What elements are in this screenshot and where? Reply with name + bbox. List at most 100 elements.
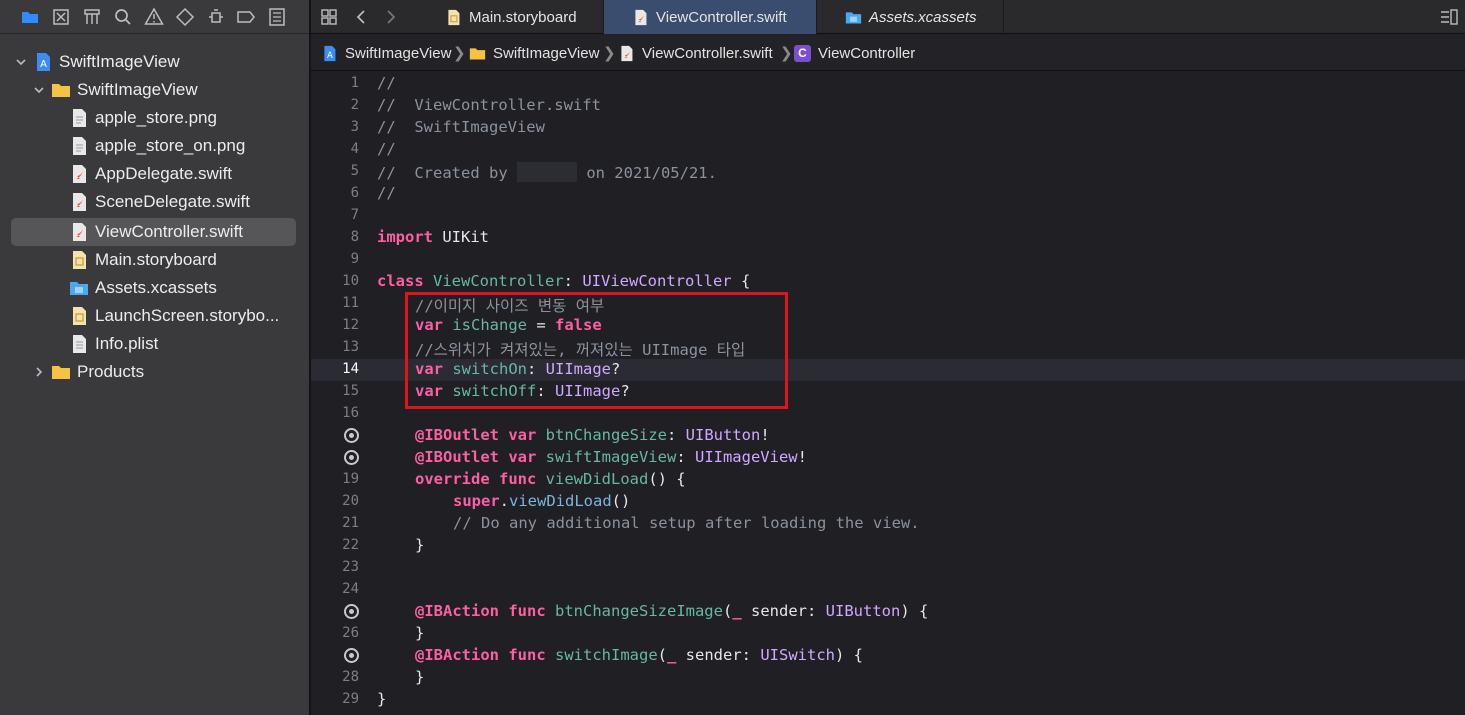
breadcrumb-label: ViewController <box>818 44 916 62</box>
line-number: 9 <box>350 251 359 267</box>
line-number: 22 <box>342 537 359 553</box>
outlet-connection-icon[interactable] <box>344 428 359 443</box>
folder-icon <box>52 84 70 97</box>
line-number: 16 <box>342 405 359 421</box>
chevron-right-icon[interactable] <box>32 365 46 379</box>
code-line: 8 import UIKit <box>311 227 1465 249</box>
grid-icon[interactable] <box>317 5 341 29</box>
code-line: 4 // <box>311 139 1465 161</box>
warning-icon[interactable] <box>142 5 166 29</box>
breadcrumb-item-project[interactable]: A SwiftImageView <box>321 43 451 63</box>
tree-item-file[interactable]: apple_store.png <box>0 104 309 132</box>
tree-item-label: SceneDelegate.swift <box>95 192 250 211</box>
tab-viewcontroller-swift[interactable]: ViewController.swift <box>604 0 817 34</box>
tree-item-label: SwiftImageView <box>77 80 198 99</box>
search-icon[interactable] <box>111 5 135 29</box>
code-class-decl: class ViewController: UIViewController { <box>377 272 751 290</box>
tree-item-file[interactable]: Info.plist <box>0 330 309 358</box>
code-line: 26 } <box>311 623 1465 645</box>
code-line: 21 // Do any additional setup after load… <box>311 513 1465 535</box>
tab-label: Assets.xcassets <box>869 8 977 26</box>
breadcrumb-item-group[interactable]: SwiftImageView <box>469 43 599 63</box>
code-line: 10 class ViewController: UIViewControlle… <box>311 271 1465 293</box>
storyboard-icon <box>73 251 86 269</box>
tree-item-project[interactable]: A SwiftImageView <box>0 48 309 76</box>
chevron-down-icon[interactable] <box>14 55 28 69</box>
tree-item-file[interactable]: AppDelegate.swift <box>0 160 309 188</box>
breadcrumb: A SwiftImageView ❯ SwiftImageView ❯ View… <box>311 35 1465 71</box>
code-line: 3 // SwiftImageView <box>311 117 1465 139</box>
code-outlet: @IBOutlet var swiftImageView: UIImageVie… <box>415 448 807 466</box>
line-number: 4 <box>350 141 359 157</box>
tree-item-label: ViewController.swift <box>95 222 244 241</box>
tree-item-file-selected[interactable]: ViewController.swift <box>0 218 309 246</box>
back-arrow-icon[interactable] <box>350 5 374 29</box>
code-area[interactable]: 1 // 2 // ViewController.swift 3 // SwiftIm… <box>311 72 1465 715</box>
breadcrumb-label: SwiftImageView <box>345 44 452 62</box>
assets-icon <box>845 11 862 23</box>
tree-item-file[interactable]: LaunchScreen.storybo... <box>0 302 309 330</box>
folder-icon <box>52 366 70 379</box>
chevron-down-icon[interactable] <box>32 83 46 97</box>
line-number: 15 <box>342 383 359 399</box>
code-comment: // <box>377 140 396 158</box>
tab-label: Main.storyboard <box>469 8 577 26</box>
line-number: 23 <box>342 559 359 575</box>
line-number: 11 <box>342 295 359 311</box>
breadcrumb-item-symbol[interactable]: C ViewController <box>794 43 915 63</box>
code-import: import UIKit <box>377 228 489 246</box>
tree-item-file[interactable]: Assets.xcassets <box>0 274 309 302</box>
forward-arrow-icon[interactable] <box>378 5 402 29</box>
storyboard-icon <box>73 307 86 325</box>
line-number: 24 <box>342 581 359 597</box>
class-icon: C <box>794 44 811 62</box>
tree-item-file[interactable]: Main.storyboard <box>0 246 309 274</box>
tree-item-label: SwiftImageView <box>59 52 180 71</box>
svg-text:A: A <box>327 50 333 60</box>
annotation-highlight-box <box>405 292 788 409</box>
line-number: 8 <box>350 229 359 245</box>
source-control-icon[interactable] <box>49 5 73 29</box>
folder-icon[interactable] <box>18 5 42 29</box>
code-comment: // SwiftImageView <box>377 118 545 136</box>
action-connection-icon[interactable] <box>344 604 359 619</box>
swift-file-icon <box>73 165 86 183</box>
swift-file-icon <box>635 9 647 25</box>
line-number: 19 <box>342 471 359 487</box>
code-call: super.viewDidLoad() <box>453 492 631 510</box>
code-brace: } <box>415 624 425 642</box>
tab-assets-xcassets[interactable]: Assets.xcassets <box>817 0 1004 34</box>
tree-item-label: Assets.xcassets <box>95 278 217 297</box>
breadcrumb-item-file[interactable]: ViewController.swift <box>618 43 773 63</box>
code-comment: // <box>377 74 396 92</box>
editor-options-icon[interactable] <box>1437 5 1461 29</box>
code-comment: // <box>377 184 396 202</box>
outlet-connection-icon[interactable] <box>344 450 359 465</box>
code-line: 7 <box>311 205 1465 227</box>
chevron-right-icon: ❯ <box>603 45 616 62</box>
code-line: 2 // ViewController.swift <box>311 95 1465 117</box>
source-editor: Main.storyboard ViewController.swift Ass… <box>311 0 1465 715</box>
hierarchy-icon[interactable] <box>80 5 104 29</box>
tree-item-label: Main.storyboard <box>95 250 217 269</box>
tree-item-file[interactable]: apple_store_on.png <box>0 132 309 160</box>
tree-item-group[interactable]: SwiftImageView <box>0 76 309 104</box>
line-number: 10 <box>342 273 359 289</box>
debug-icon[interactable] <box>204 5 228 29</box>
tree-item-group[interactable]: Products <box>0 358 309 386</box>
code-brace: } <box>415 536 425 554</box>
test-icon[interactable] <box>173 5 197 29</box>
code-line: 23 <box>311 557 1465 579</box>
line-number: 6 <box>350 185 359 201</box>
action-connection-icon[interactable] <box>344 648 359 663</box>
plist-icon <box>73 335 86 353</box>
line-number: 20 <box>342 493 359 509</box>
report-icon[interactable] <box>265 5 289 29</box>
tree-item-file[interactable]: SceneDelegate.swift <box>0 188 309 216</box>
tab-main-storyboard[interactable]: Main.storyboard <box>431 0 604 34</box>
breakpoint-icon[interactable] <box>234 5 258 29</box>
code-brace: } <box>377 690 387 708</box>
line-number: 29 <box>342 691 359 707</box>
code-line: 22 } <box>311 535 1465 557</box>
swift-file-icon <box>73 193 86 211</box>
